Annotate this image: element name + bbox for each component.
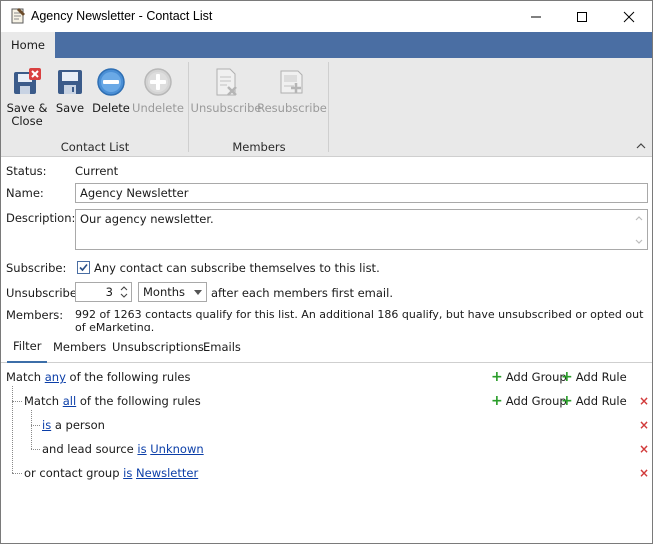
ribbon-group-label-contact-list: Contact List (60, 140, 130, 154)
rule-contact-group: or contact group is Newsletter (24, 466, 199, 480)
root-add-group-button[interactable]: + Add Group (491, 368, 567, 385)
chevron-down-icon (194, 290, 202, 295)
scroll-up-icon[interactable] (631, 212, 647, 224)
rule-lead-source-operator-link[interactable]: is (137, 442, 146, 456)
minimize-button[interactable] (513, 1, 559, 32)
spin-arrows-icon[interactable] (117, 283, 131, 301)
contact-list-window: Agency Newsletter - Contact List Home Sa… (0, 0, 653, 544)
delete-group-icon[interactable]: × (639, 394, 649, 408)
delete-rule-icon[interactable]: × (639, 442, 649, 456)
save-close-icon (14, 68, 41, 94)
subscribe-label: Subscribe: (6, 261, 67, 275)
window-title: Agency Newsletter - Contact List (31, 9, 213, 23)
status-value: Current (75, 164, 119, 178)
description-scrollbar[interactable] (631, 210, 647, 249)
delete-label: Delete (92, 101, 130, 115)
root-add-rule-button[interactable]: + Add Rule (561, 368, 627, 385)
scroll-down-icon[interactable] (631, 236, 647, 248)
unsubscribe-unit-value: Months (143, 285, 186, 299)
unsubscribe-number-value: 3 (105, 285, 113, 299)
close-button[interactable] (606, 1, 652, 32)
description-text: Our agency newsletter. (80, 212, 214, 226)
status-label: Status: (6, 164, 47, 178)
tree-line (31, 425, 40, 426)
rule-lead-source-value-link[interactable]: Unknown (150, 442, 203, 456)
checkmark-icon (79, 263, 88, 272)
maximize-button[interactable] (559, 1, 605, 32)
rule-contact-group-operator-link[interactable]: is (123, 466, 132, 480)
save-close-label: Save & Close (6, 101, 48, 128)
title-bar: Agency Newsletter - Contact List (1, 1, 652, 32)
unsubscribe-number-stepper[interactable]: 3 (75, 282, 132, 302)
name-label: Name: (6, 186, 44, 200)
tab-emails[interactable]: Emails (197, 331, 247, 363)
maximize-icon (577, 11, 587, 22)
tree-line (31, 410, 32, 449)
subscribe-text[interactable]: Any contact can subscribe themselves to … (94, 261, 380, 275)
save-button[interactable]: Save (53, 66, 87, 115)
rule-contact-group-value-link[interactable]: Newsletter (136, 466, 198, 480)
group-add-group-button[interactable]: + Add Group (491, 392, 567, 409)
notepad-icon (11, 8, 25, 24)
group-quantifier-link[interactable]: all (63, 394, 76, 408)
detail-tabs: Filter Members Unsubscriptions Emails (1, 331, 652, 363)
plus-icon: + (491, 368, 503, 385)
unsubscribe-icon (216, 68, 237, 96)
resubscribe-label: Resubscribe (257, 101, 327, 115)
delete-icon (97, 68, 125, 96)
tab-home[interactable]: Home (1, 32, 55, 58)
undelete-button[interactable]: Undelete (132, 66, 184, 115)
tab-members[interactable]: Members (47, 331, 112, 363)
unsubscribe-unit-select[interactable]: Months (138, 282, 207, 302)
description-textarea[interactable]: Our agency newsletter. (75, 209, 648, 250)
unsubscribe-suffix: after each members first email. (211, 286, 393, 300)
save-close-button[interactable]: Save & Close (6, 66, 48, 128)
root-quantifier-link[interactable]: any (45, 370, 66, 384)
rule-person: is a person (42, 418, 105, 432)
tab-filter[interactable]: Filter (7, 331, 48, 363)
group-add-rule-button[interactable]: + Add Rule (561, 392, 627, 409)
save-label: Save (55, 101, 85, 115)
collapse-ribbon-icon[interactable] (636, 142, 646, 150)
description-label: Description: (6, 211, 76, 225)
resubscribe-icon (280, 70, 303, 94)
delete-button[interactable]: Delete (92, 66, 130, 115)
plus-icon: + (491, 392, 503, 409)
minimize-icon (531, 16, 541, 17)
resubscribe-button[interactable]: Resubscribe (257, 66, 327, 115)
root-rule-text: Match any of the following rules (6, 370, 191, 384)
ribbon: Save & Close Save Delete Undelete Contac… (1, 58, 652, 157)
group-rule-text: Match all of the following rules (24, 394, 201, 408)
unsubscribe-label: Unsubscribe: (6, 286, 81, 300)
undelete-icon (144, 68, 172, 96)
filter-rules-panel: Match any of the following rules + Add Gr… (1, 364, 652, 543)
tree-line (12, 386, 13, 473)
ribbon-group-contact-list: Save & Close Save Delete Undelete Contac… (1, 58, 189, 157)
ribbon-group-members: Unsubscribe Resubscribe Members (189, 58, 329, 157)
save-icon (58, 70, 82, 94)
ribbon-tab-bar: Home (1, 32, 652, 58)
unsubscribe-label: Unsubscribe (190, 101, 262, 115)
members-label: Members: (6, 308, 64, 322)
rule-lead-source: and lead source is Unknown (42, 442, 204, 456)
contact-list-form: Status: Current Name: Description: Our a… (1, 158, 652, 334)
tree-line (12, 473, 22, 474)
subscribe-checkbox[interactable] (77, 261, 90, 274)
close-icon (623, 11, 635, 22)
undelete-label: Undelete (132, 101, 184, 115)
unsubscribe-button[interactable]: Unsubscribe (191, 66, 261, 115)
delete-rule-icon[interactable]: × (639, 418, 649, 432)
tree-line (12, 401, 22, 402)
name-input[interactable] (75, 183, 648, 203)
tree-line (31, 449, 40, 450)
tab-unsubscriptions[interactable]: Unsubscriptions (106, 331, 210, 363)
delete-rule-icon[interactable]: × (639, 466, 649, 480)
plus-icon: + (561, 368, 573, 385)
rule-person-operator-link[interactable]: is (42, 418, 51, 432)
plus-icon: + (561, 392, 573, 409)
ribbon-group-label-members: Members (232, 140, 286, 154)
